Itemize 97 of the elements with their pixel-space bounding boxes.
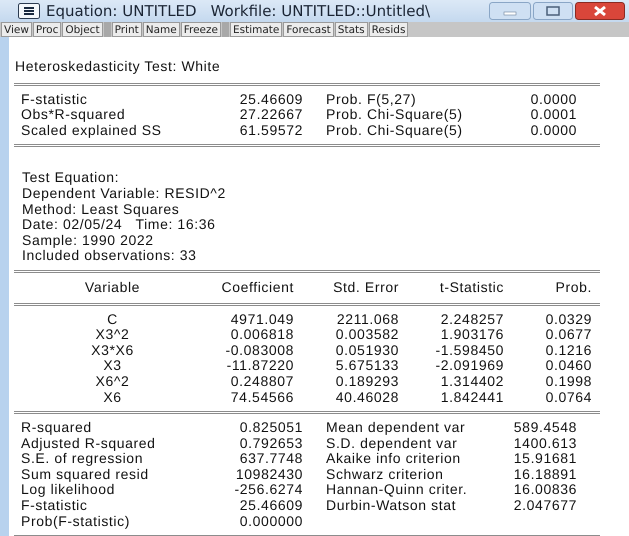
- table-cell-text: 0.0329: [544, 312, 592, 328]
- stat-label: Schwarz criterion: [325, 466, 445, 482]
- close-button[interactable]: [575, 2, 625, 20]
- table-cell-text: 0.0460: [544, 358, 592, 374]
- toolbar-button[interactable]: Freeze: [180, 22, 221, 37]
- stat-value: -256.6274: [234, 482, 303, 498]
- stat-label: Adjusted R-squared: [21, 436, 157, 452]
- stat-label: Mean dependent var: [325, 420, 466, 436]
- stat-label: Akaike info criterion: [325, 451, 462, 467]
- table-cell-text: 0.0677: [544, 327, 592, 343]
- maximize-button[interactable]: [533, 2, 573, 20]
- table-cell-text: 1.842441: [440, 390, 504, 406]
- table-cell-text: X3*X6: [90, 342, 135, 358]
- menu-icon[interactable]: [18, 3, 40, 19]
- table-cell-text: 0.248807: [230, 374, 294, 390]
- column-header: Coefficient: [220, 280, 294, 296]
- toolbar-button[interactable]: Estimate: [230, 22, 282, 37]
- test-title: Heteroskedasticity Test: White: [14, 59, 222, 75]
- stat-label: Sum squared resid: [21, 466, 150, 482]
- table-cell-text: -1.598450: [434, 342, 504, 358]
- column-header: t-Statistic: [438, 280, 504, 296]
- stat-value: 25.46609: [238, 92, 303, 108]
- table-cell-text: 0.1998: [544, 374, 592, 390]
- column-header: Prob.: [554, 280, 592, 296]
- stat-value: 637.7748: [238, 451, 303, 467]
- table-cell-text: X6: [102, 390, 123, 406]
- table-cell-text: 2.248257: [440, 312, 504, 328]
- stat-value: 1400.613: [512, 436, 577, 452]
- window-title: Equation: UNTITLED: [46, 2, 197, 20]
- table-cell-text: 1.314402: [440, 374, 504, 390]
- stat-value: 0.000000: [238, 514, 303, 530]
- toolbar-button[interactable]: Object: [62, 22, 103, 37]
- toolbar-button[interactable]: Resids: [368, 22, 408, 37]
- stat-value: 0.792653: [238, 436, 303, 452]
- stat-label: Scaled explained SS: [21, 122, 163, 138]
- stat-label: F-statistic: [21, 92, 88, 108]
- toolbar-button[interactable]: Stats: [334, 22, 368, 37]
- stat-value: 0.0001: [530, 107, 577, 123]
- table-cell-text: -11.87220: [226, 358, 294, 374]
- table-cell-text: 0.0764: [544, 390, 592, 406]
- toolbar-separator: [222, 22, 229, 37]
- column-header: Std. Error: [332, 280, 399, 296]
- stat-value: 2.047677: [512, 498, 577, 514]
- toolbar-button[interactable]: Print: [112, 22, 142, 37]
- table-cell-text: 2211.068: [336, 312, 399, 328]
- toolbar-separator: [104, 22, 111, 37]
- table-cell-text: 4971.049: [230, 312, 294, 328]
- stat-label: Obs*R-squared: [21, 107, 126, 123]
- stat-label: Prob(F-statistic): [21, 514, 131, 530]
- stat-value: 0.0000: [530, 122, 577, 138]
- stat-value: 0.825051: [238, 420, 303, 436]
- toolbar-button[interactable]: Proc: [32, 22, 62, 37]
- info-text: Test Equation:: [22, 170, 120, 186]
- stat-value: 0.0000: [530, 92, 577, 108]
- column-header: Variable: [84, 280, 142, 296]
- table-cell-text: 74.54566: [230, 390, 294, 406]
- table-cell-text: X3^2: [94, 327, 130, 343]
- table-cell-text: 0.003582: [334, 327, 399, 343]
- table-cell-text: 5.675133: [334, 358, 399, 374]
- stat-label: Log likelihood: [21, 482, 116, 498]
- table-cell-text: -2.091969: [434, 358, 504, 374]
- table-cell-text: 0.006818: [230, 327, 294, 343]
- info-text: Included observations: 33: [22, 248, 198, 264]
- table-cell-text: X3: [102, 358, 123, 374]
- stat-label: S.E. of regression: [21, 451, 144, 467]
- stat-value: 25.46609: [238, 498, 303, 514]
- stat-label: F-statistic: [21, 498, 88, 514]
- table-cell-text: 40.46028: [334, 390, 399, 406]
- stat-value: 16.18891: [512, 466, 577, 482]
- workfile-title: Workfile: UNTITLED::Untitled\: [210, 2, 430, 20]
- table-cell-text: 1.903176: [440, 327, 504, 343]
- stat-label: Prob. Chi-Square(5): [325, 107, 464, 123]
- stat-label: Prob. Chi-Square(5): [325, 122, 464, 138]
- stat-label: S.D. dependent var: [325, 436, 458, 452]
- table-cell-text: 0.189293: [334, 374, 399, 390]
- toolbar-button[interactable]: Forecast: [283, 22, 334, 37]
- table-cell-text: 0.051930: [334, 342, 399, 358]
- info-text: Dependent Variable: RESID^2: [22, 186, 227, 202]
- toolbar-button[interactable]: Name: [142, 22, 180, 37]
- stat-value: 27.22667: [238, 107, 303, 123]
- info-text: Date: 02/05/24 Time: 16:36: [22, 217, 216, 233]
- stat-label: Durbin-Watson stat: [325, 498, 458, 514]
- stat-label: Hannan-Quinn criter.: [325, 482, 468, 498]
- stat-value: 16.00836: [512, 482, 577, 498]
- toolbar-button[interactable]: View: [1, 22, 32, 37]
- stat-label: R-squared: [21, 420, 93, 436]
- stat-value: 15.91681: [512, 451, 577, 467]
- stat-label: Prob. F(5,27): [325, 92, 418, 108]
- table-cell-text: -0.083008: [224, 342, 294, 358]
- info-text: Method: Least Squares: [22, 202, 180, 218]
- stat-value: 10982430: [234, 466, 303, 482]
- stat-value: 589.4548: [512, 420, 577, 436]
- table-cell-text: X6^2: [94, 374, 130, 390]
- table-cell-text: C: [106, 312, 119, 328]
- info-text: Sample: 1990 2022: [22, 232, 155, 248]
- stat-value: 61.59572: [238, 122, 303, 138]
- table-cell-text: 0.1216: [544, 342, 592, 358]
